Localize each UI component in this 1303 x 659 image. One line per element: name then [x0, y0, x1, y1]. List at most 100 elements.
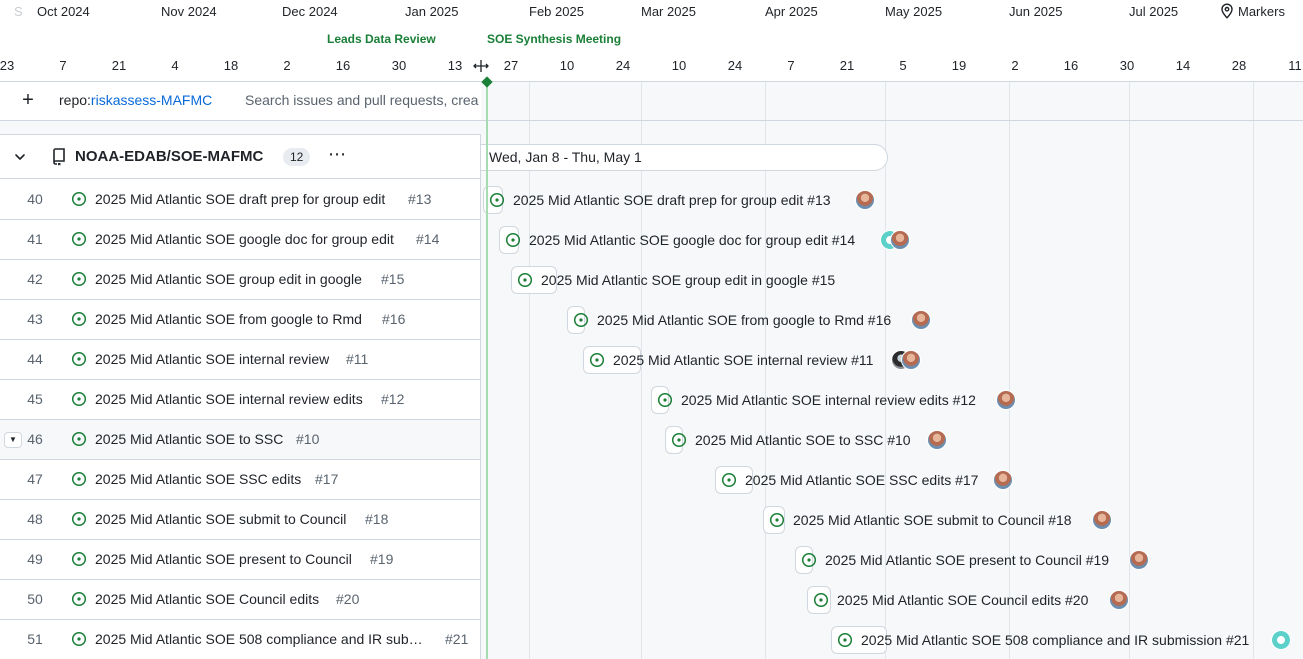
table-row[interactable]: 41 2025 Mid Atlantic SOE google doc for g… — [0, 220, 481, 260]
assignee-avatar[interactable] — [1271, 630, 1291, 650]
issue-opened-icon — [801, 552, 817, 568]
table-row[interactable]: 50 2025 Mid Atlantic SOE Council edits #20 — [0, 580, 481, 620]
assignee-avatar[interactable] — [901, 350, 921, 370]
table-row[interactable]: 49 2025 Mid Atlantic SOE present to Counc… — [0, 540, 481, 580]
timeline-bar-label[interactable]: 2025 Mid Atlantic SOE internal review ed… — [681, 392, 976, 408]
assignee-avatar[interactable] — [890, 230, 910, 250]
table-row[interactable]: 47 2025 Mid Atlantic SOE SSC edits #17 — [0, 460, 481, 500]
issue-opened-icon — [589, 352, 605, 368]
table-row[interactable]: 43 2025 Mid Atlantic SOE from google to R… — [0, 300, 481, 340]
table-row[interactable]: 51 2025 Mid Atlantic SOE 508 compliance a… — [0, 620, 481, 659]
row-number: 40 — [27, 191, 43, 207]
month-gridline — [1129, 82, 1130, 659]
marker-soe-synthesis-meeting[interactable]: SOE Synthesis Meeting — [487, 32, 621, 46]
issue-opened-icon — [837, 632, 853, 648]
month-gridline — [1009, 82, 1010, 659]
issue-opened-icon — [489, 192, 505, 208]
timeline-bar-label[interactable]: 2025 Mid Atlantic SOE group edit in goog… — [541, 272, 835, 288]
timeline-bar-label[interactable]: 2025 Mid Atlantic SOE from google to Rmd… — [597, 312, 891, 328]
table-row[interactable]: 44 2025 Mid Atlantic SOE internal review #… — [0, 340, 481, 380]
issue-title-link[interactable]: 2025 Mid Atlantic SOE 508 compliance and… — [95, 631, 423, 647]
assignee-avatar[interactable] — [1092, 510, 1112, 530]
timeline-bar-label[interactable]: 2025 Mid Atlantic SOE Council edits #20 — [837, 592, 1088, 608]
day-label: 10 — [671, 58, 687, 73]
assignee-avatar[interactable] — [993, 470, 1013, 490]
month-label: Apr 2025 — [765, 4, 818, 19]
issue-opened-icon — [769, 512, 785, 528]
day-label: 4 — [171, 58, 179, 73]
month-label: Jun 2025 — [1009, 4, 1063, 19]
timeline-bar-label[interactable]: 2025 Mid Atlantic SOE to SSC #10 — [695, 432, 911, 448]
repo-filter-value: riskassess-MAFMC — [90, 92, 213, 108]
row-number: 49 — [27, 551, 43, 567]
issue-opened-icon — [71, 591, 87, 607]
assignee-avatar[interactable] — [855, 190, 875, 210]
row-number: 47 — [27, 471, 43, 487]
timeline-bar-label[interactable]: 2025 Mid Atlantic SOE draft prep for gro… — [513, 192, 831, 208]
issue-title-link[interactable]: 2025 Mid Atlantic SOE SSC edits — [95, 471, 301, 487]
open-issue-icon — [71, 511, 87, 527]
table-row[interactable]: 48 2025 Mid Atlantic SOE submit to Counci… — [0, 500, 481, 540]
pane-divider[interactable] — [480, 135, 481, 659]
issue-title-link[interactable]: 2025 Mid Atlantic SOE to SSC — [95, 431, 283, 447]
open-issue-icon — [71, 271, 87, 287]
timeline-bar-label[interactable]: 2025 Mid Atlantic SOE 508 compliance and… — [861, 632, 1249, 648]
filter-bar: + repo:riskassess-MAFMC Search issues an… — [0, 82, 481, 120]
assignee-avatar[interactable] — [996, 390, 1016, 410]
open-issue-icon — [71, 591, 87, 607]
open-issue-icon — [71, 551, 87, 567]
bar-issue-icon — [657, 392, 673, 408]
search-input[interactable]: Search issues and pull requests, crea — [245, 92, 481, 108]
issue-title-link[interactable]: 2025 Mid Atlantic SOE from google to Rmd — [95, 311, 362, 327]
group-title[interactable]: NOAA-EDAB/SOE-MAFMC — [75, 148, 263, 165]
day-label: 10 — [559, 58, 575, 73]
issue-number: #19 — [370, 551, 394, 567]
table-row[interactable]: 45 2025 Mid Atlantic SOE internal review … — [0, 380, 481, 420]
issue-title-link[interactable]: 2025 Mid Atlantic SOE group edit in goog… — [95, 271, 362, 287]
open-issue-icon — [71, 351, 87, 367]
group-date-range-bar[interactable]: Wed, Jan 8 - Thu, May 1 — [480, 144, 888, 171]
issue-title-link[interactable]: 2025 Mid Atlantic SOE present to Council — [95, 551, 352, 567]
repo-filter-token[interactable]: repo:riskassess-MAFMC — [59, 92, 212, 108]
month-label: Feb 2025 — [529, 4, 584, 19]
timeline-bar-label[interactable]: 2025 Mid Atlantic SOE submit to Council … — [793, 512, 1072, 528]
month-label: May 2025 — [885, 4, 943, 19]
table-row[interactable]: 40 2025 Mid Atlantic SOE draft prep for g… — [0, 180, 481, 220]
day-label: 21 — [111, 58, 127, 73]
timeline-bar-label[interactable]: 2025 Mid Atlantic SOE SSC edits #17 — [745, 472, 978, 488]
day-label: 24 — [615, 58, 631, 73]
assignee-avatar[interactable] — [1109, 590, 1129, 610]
day-label: 2 — [1011, 58, 1019, 73]
assignee-avatar[interactable] — [927, 430, 947, 450]
issue-opened-icon — [71, 391, 87, 407]
issue-title-link[interactable]: 2025 Mid Atlantic SOE draft prep for gro… — [95, 191, 385, 207]
day-label: 30 — [391, 58, 407, 73]
issue-title-link[interactable]: 2025 Mid Atlantic SOE Council edits — [95, 591, 319, 607]
issue-title-link[interactable]: 2025 Mid Atlantic SOE internal review — [95, 351, 329, 367]
group-more-menu-icon[interactable]: ⋯ — [328, 145, 347, 163]
table-row[interactable]: ▼ 46 2025 Mid Atlantic SOE to SSC #10 — [0, 420, 481, 460]
timeline-bar-label[interactable]: 2025 Mid Atlantic SOE internal review #1… — [613, 352, 873, 368]
markers-button[interactable]: Markers — [1220, 3, 1285, 19]
day-label: 5 — [899, 58, 907, 73]
row-number: 44 — [27, 351, 43, 367]
add-filter-button[interactable]: + — [18, 88, 38, 112]
column-resize-icon[interactable] — [473, 59, 489, 73]
day-label: 7 — [59, 58, 67, 73]
assignee-avatar[interactable] — [1129, 550, 1149, 570]
issue-title-link[interactable]: 2025 Mid Atlantic SOE internal review ed… — [95, 391, 363, 407]
marker-leads-data-review[interactable]: Leads Data Review — [327, 32, 436, 46]
project-roadmap-view: S Oct 2024 Nov 2024 Dec 2024 Jan 2025 Feb 202… — [0, 0, 1303, 659]
table-row[interactable]: 42 2025 Mid Atlantic SOE group edit in go… — [0, 260, 481, 300]
chevron-down-icon[interactable] — [12, 149, 28, 165]
issue-title-link[interactable]: 2025 Mid Atlantic SOE google doc for gro… — [95, 231, 394, 247]
timeline-bar-label[interactable]: 2025 Mid Atlantic SOE present to Council… — [825, 552, 1109, 568]
issue-opened-icon — [71, 511, 87, 527]
day-label: 23 — [0, 58, 15, 73]
repo-icon — [53, 148, 65, 166]
month-label: Oct 2024 — [37, 4, 90, 19]
issue-opened-icon — [721, 472, 737, 488]
timeline-bar-label[interactable]: 2025 Mid Atlantic SOE google doc for gro… — [529, 232, 855, 248]
assignee-avatar[interactable] — [911, 310, 931, 330]
issue-title-link[interactable]: 2025 Mid Atlantic SOE submit to Council — [95, 511, 346, 527]
